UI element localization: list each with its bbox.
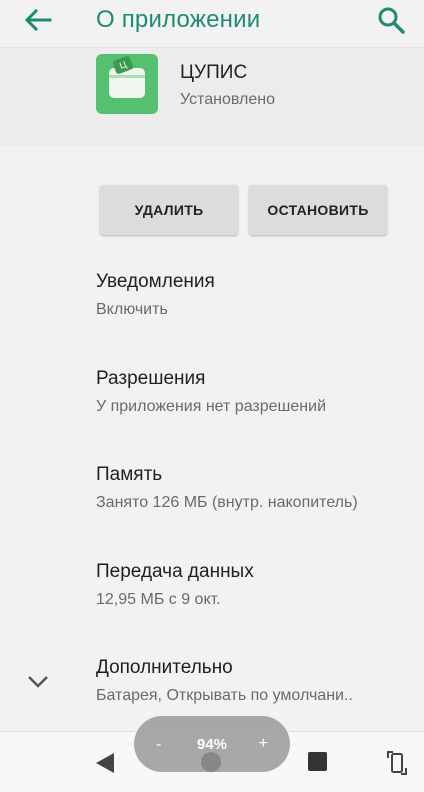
app-header: Ц ЦУПИС Установлено xyxy=(0,48,424,146)
item-subtitle: Включить xyxy=(96,301,168,318)
app-bar: О приложении xyxy=(0,0,424,48)
zoom-control: - 94% + xyxy=(134,716,290,772)
chevron-down-icon[interactable] xyxy=(26,674,50,690)
zoom-in-button[interactable]: + xyxy=(259,735,268,753)
app-status: Установлено xyxy=(180,91,275,108)
search-icon[interactable] xyxy=(376,5,406,35)
item-title: Память xyxy=(96,464,163,485)
back-arrow-icon[interactable] xyxy=(22,6,54,34)
item-subtitle: У приложения нет разрешений xyxy=(96,398,326,415)
rotate-icon[interactable] xyxy=(386,750,408,776)
page-title: О приложении xyxy=(96,6,261,33)
item-title: Уведомления xyxy=(96,271,215,292)
force-stop-button[interactable]: ОСТАНОВИТЬ xyxy=(249,185,387,235)
nav-back-icon[interactable] xyxy=(95,752,115,774)
settings-item-storage[interactable]: Память Занято 126 МБ (внутр. накопитель) xyxy=(96,464,416,512)
app-name: ЦУПИС xyxy=(180,62,248,83)
item-title: Разрешения xyxy=(96,368,206,389)
settings-item-advanced[interactable]: Дополнительно Батарея, Открывать по умол… xyxy=(96,657,416,705)
app-icon: Ц xyxy=(96,54,158,114)
settings-item-notifications[interactable]: Уведомления Включить xyxy=(96,271,416,319)
item-subtitle: 12,95 МБ с 9 окт. xyxy=(96,591,221,608)
item-title: Дополнительно xyxy=(96,657,233,678)
nav-recents-icon[interactable] xyxy=(308,752,327,771)
item-subtitle: Занято 126 МБ (внутр. накопитель) xyxy=(96,494,358,511)
item-subtitle: Батарея, Открывать по умолчани.. xyxy=(96,687,353,704)
settings-item-data-usage[interactable]: Передача данных 12,95 МБ с 9 окт. xyxy=(96,561,416,609)
uninstall-button[interactable]: УДАЛИТЬ xyxy=(100,185,238,235)
settings-item-permissions[interactable]: Разрешения У приложения нет разрешений xyxy=(96,368,416,416)
wallet-icon xyxy=(109,68,145,98)
item-title: Передача данных xyxy=(96,561,254,582)
